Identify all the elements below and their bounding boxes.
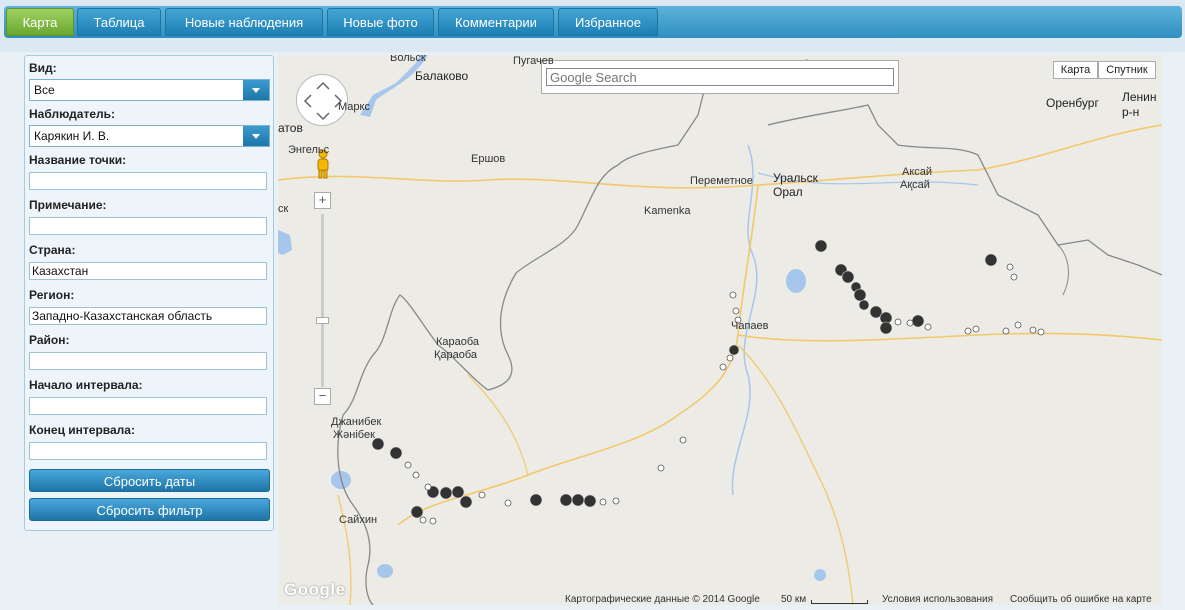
volga-river <box>360 55 428 117</box>
place-label: Джанибек <box>331 416 382 428</box>
district-label: Район: <box>29 333 70 347</box>
top-navigation: Карта Таблица Новые наблюдения Новые фот… <box>0 0 1185 52</box>
filter-panel: Вид: Все Наблюдатель: Карякин И. В. Назв… <box>24 55 274 531</box>
place-label: Балаково <box>415 69 469 83</box>
place-label: Оренбург <box>1046 96 1099 110</box>
lake <box>814 569 826 581</box>
place-label: Орал <box>773 185 803 199</box>
interval-start-label: Начало интервала: <box>29 378 143 392</box>
reset-dates-button[interactable]: Сбросить даты <box>29 469 270 492</box>
google-logo: Google <box>284 580 346 599</box>
region-input[interactable]: Западно-Казахстанская область <box>29 307 267 325</box>
tab-strip: Карта Таблица Новые наблюдения Новые фот… <box>4 6 1182 38</box>
border <box>767 104 1162 276</box>
place-label: Ақсай <box>900 179 930 191</box>
observer-select[interactable]: Карякин И. В. <box>29 125 270 147</box>
place-label: Ершов <box>471 153 506 165</box>
place-label: Уральск <box>773 171 818 185</box>
place-label: р-н <box>1122 105 1140 119</box>
place-label: Чапаев <box>731 320 769 332</box>
map-type-satellite-button[interactable]: Спутник <box>1098 61 1156 79</box>
road <box>977 124 1162 171</box>
tab-map[interactable]: Карта <box>6 8 74 36</box>
interval-end-label: Конец интервала: <box>29 423 135 437</box>
zoom-slider-handle[interactable] <box>316 317 329 324</box>
road <box>278 169 979 189</box>
border <box>1057 244 1069 296</box>
reservoir <box>278 230 292 255</box>
tab-comments[interactable]: Комментарии <box>438 8 554 36</box>
view-label: Вид: <box>29 61 57 75</box>
observer-label: Наблюдатель: <box>29 107 116 121</box>
terms-link[interactable]: Условия использования <box>882 594 993 605</box>
note-input[interactable] <box>29 217 267 235</box>
tab-favorites[interactable]: Избранное <box>558 8 658 36</box>
region-label: Регион: <box>29 288 75 302</box>
view-select[interactable]: Все <box>29 79 270 101</box>
place-label: Қараоба <box>434 349 478 361</box>
zoom-in-button[interactable]: + <box>314 192 331 209</box>
place-label: Маркс <box>338 101 370 113</box>
zoom-slider[interactable] <box>321 214 324 387</box>
report-error-link[interactable]: Сообщить об ошибке на карте <box>1010 594 1152 605</box>
place-label: Сайхин <box>339 514 378 526</box>
chevron-down-icon[interactable] <box>243 126 269 146</box>
place-label: Kamenka <box>644 205 691 217</box>
country-input[interactable]: Казахстан <box>29 262 267 280</box>
observation-track <box>371 239 998 519</box>
map-search-input[interactable] <box>546 68 894 86</box>
country-label: Страна: <box>29 243 76 257</box>
lake <box>786 269 806 293</box>
road <box>737 344 854 605</box>
tab-new-photos[interactable]: Новые фото <box>327 8 434 36</box>
place-label: Пугачев <box>513 55 554 67</box>
chevron-down-icon[interactable] <box>243 80 269 100</box>
place-label: Переметное <box>690 175 753 187</box>
map-type-map-button[interactable]: Карта <box>1053 61 1098 79</box>
map-scale-label: 50 км <box>781 594 807 605</box>
interval-start-input[interactable] <box>29 397 267 415</box>
view-select-value: Все <box>34 83 55 97</box>
place-label: Караоба <box>436 336 480 348</box>
place-label: Аксай <box>902 166 933 178</box>
map-search-box <box>541 60 899 94</box>
lake <box>377 564 393 578</box>
map-scale-bar <box>811 600 868 604</box>
map-layer <box>278 55 1162 605</box>
point-name-label: Название точки: <box>29 153 127 167</box>
point-name-input[interactable] <box>29 172 267 190</box>
tab-table[interactable]: Таблица <box>77 8 161 36</box>
tab-new-observations[interactable]: Новые наблюдения <box>165 8 323 36</box>
place-label: атов <box>278 121 303 135</box>
interval-end-input[interactable] <box>29 442 267 460</box>
place-label: Жәнібек <box>333 429 375 441</box>
place-label: Энгельс <box>288 144 330 156</box>
map-attribution: Картографические данные © 2014 Google <box>565 594 760 605</box>
map-canvas[interactable]: Карта Спутник + − Вольск Балаково Пугаче… <box>278 55 1162 605</box>
place-label: Вольск <box>390 55 426 64</box>
zoom-out-button[interactable]: − <box>314 388 331 405</box>
reset-filter-button[interactable]: Сбросить фильтр <box>29 498 270 521</box>
road <box>467 374 529 476</box>
road <box>737 332 1162 342</box>
place-label: Ленин <box>1122 90 1157 104</box>
note-label: Примечание: <box>29 198 107 212</box>
district-input[interactable] <box>29 352 267 370</box>
place-label: ск <box>278 203 289 215</box>
observer-select-value: Карякин И. В. <box>34 129 110 143</box>
pan-control[interactable] <box>296 74 348 126</box>
